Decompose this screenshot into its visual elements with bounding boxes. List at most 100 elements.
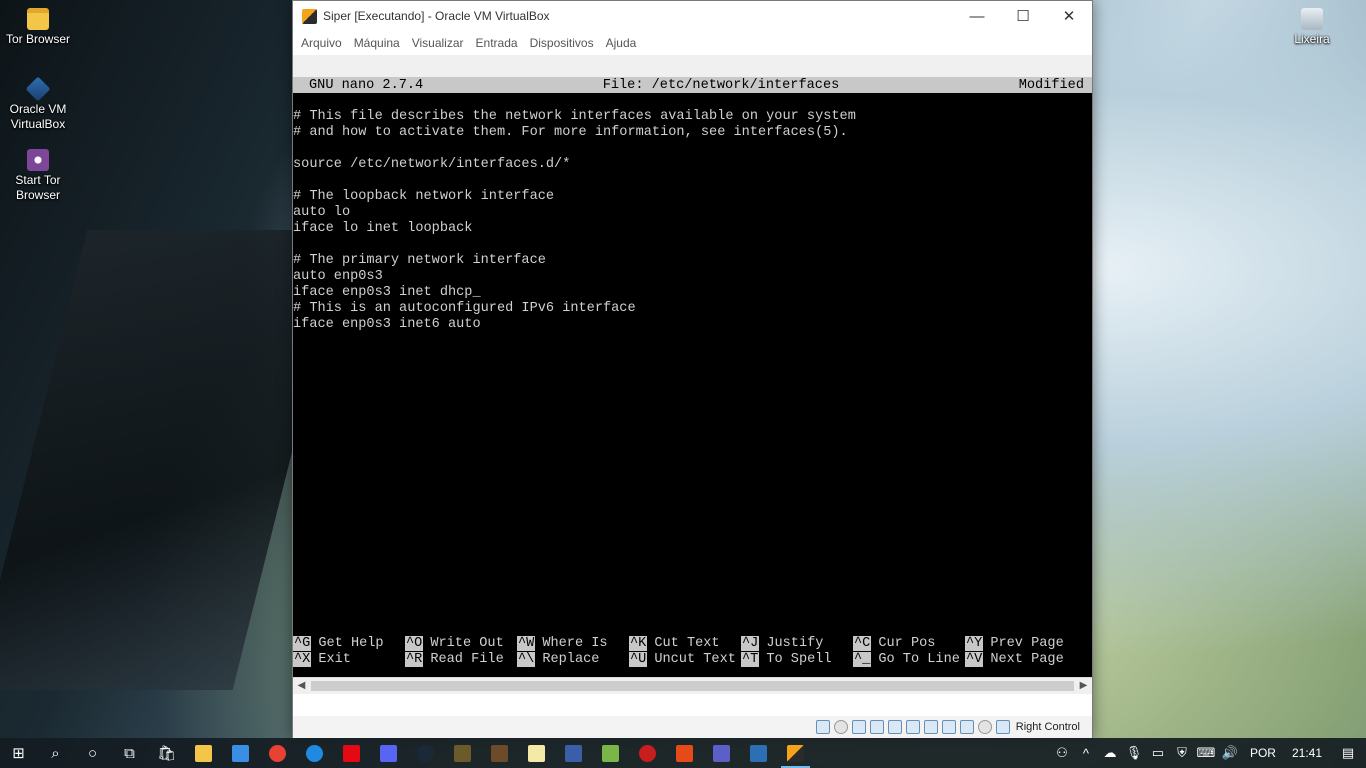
file-line: iface enp0s3 inet6 auto <box>293 317 481 332</box>
taskbar-utility-app[interactable] <box>592 738 629 768</box>
menu-visualizar[interactable]: Visualizar <box>412 36 472 50</box>
microphone-icon[interactable]: 🎙 <box>1122 745 1146 761</box>
discord-icon <box>380 744 397 762</box>
show-hidden-icons-chevron-icon[interactable]: ^ <box>1074 746 1098 761</box>
menu-maquina[interactable]: Máquina <box>354 36 408 50</box>
file-explorer-icon <box>195 744 212 762</box>
taskbar-chrome[interactable] <box>259 738 296 768</box>
search-icon[interactable]: ⌕ <box>37 738 74 768</box>
shortcut-replace: ^\ Replace <box>517 652 600 667</box>
taskbar-netflix[interactable] <box>333 738 370 768</box>
desktop-icon-label: Oracle VM VirtualBox <box>9 102 67 131</box>
desktop-icon-tor-browser-folder[interactable]: Tor Browser <box>1 8 75 47</box>
minimize-button[interactable]: — <box>954 1 1000 31</box>
language-indicator[interactable]: POR <box>1242 746 1284 760</box>
shortcut-go-to-line: ^_ Go To Line <box>853 652 960 667</box>
task-view-icon[interactable]: ⧉ <box>111 738 148 768</box>
audio-icon[interactable] <box>851 720 866 734</box>
shortcut-exit: ^X Exit <box>293 652 351 667</box>
system-tray: ⚇ ^ ☁ 🎙 ▭ ⛨ ⌨ 🔊 POR 21:41 ▤ <box>1050 738 1366 768</box>
netflix-icon <box>343 744 360 762</box>
menu-ajuda[interactable]: Ajuda <box>606 36 645 50</box>
network-icon[interactable] <box>869 720 884 734</box>
taskbar-discord[interactable] <box>370 738 407 768</box>
menu-dispositivos[interactable]: Dispositivos <box>530 36 602 50</box>
taskbar-mail[interactable] <box>222 738 259 768</box>
shortcut-write-out: ^O Write Out <box>405 636 504 651</box>
menu-arquivo[interactable]: Arquivo <box>301 36 350 50</box>
file-line: auto enp0s3 <box>293 269 383 284</box>
horizontal-scrollbar[interactable]: ◀ ▶ <box>293 677 1092 694</box>
clock[interactable]: 21:41 <box>1284 746 1330 760</box>
close-button[interactable]: ✕ <box>1046 1 1092 31</box>
virtualbox-vm-icon <box>787 744 804 762</box>
cpu-icon[interactable] <box>959 720 974 734</box>
vm-screen-terminal[interactable]: GNU nano 2.7.4 File: /etc/network/interf… <box>293 77 1092 677</box>
host-key-label: Right Control <box>1015 721 1080 733</box>
volume-icon[interactable]: 🔊 <box>1218 745 1242 761</box>
office-icon <box>676 744 693 762</box>
file-line: auto lo <box>293 205 351 220</box>
file-line: iface enp0s3 inet dhcp_ <box>293 285 481 300</box>
start-button[interactable]: ⊞ <box>0 738 37 768</box>
people-icon[interactable]: ⚇ <box>1050 745 1074 761</box>
taskbar-game-app[interactable] <box>444 738 481 768</box>
taskbar-calculator-app[interactable] <box>555 738 592 768</box>
scroll-left-icon[interactable]: ◀ <box>293 678 310 694</box>
taskbar-minecraft[interactable] <box>481 738 518 768</box>
security-shield-icon[interactable]: ⛨ <box>1170 745 1194 761</box>
notification-center-icon[interactable]: ▤ <box>1330 745 1366 761</box>
nano-shortcut-bar: ^G Get Help ^X Exit ^O Write Out ^R Read Fil… <box>293 636 1092 670</box>
scroll-right-icon[interactable]: ▶ <box>1075 678 1092 694</box>
virtualbox-vm-icon <box>302 8 317 24</box>
taskbar-steam[interactable] <box>407 738 444 768</box>
calculator-icon <box>565 744 582 762</box>
edge-icon <box>306 744 323 762</box>
desktop-icon-recycle-bin[interactable]: Lixeira <box>1275 8 1349 47</box>
taskbar-edge[interactable] <box>296 738 333 768</box>
nano-filename: File: /etc/network/interfaces <box>602 77 840 93</box>
desktop-icon-start-tor-browser[interactable]: Start Tor Browser <box>1 149 75 203</box>
file-line: source /etc/network/interfaces.d/* <box>293 157 571 172</box>
shortcut-read-file: ^R Read File <box>405 652 504 667</box>
window-title: Siper [Executando] - Oracle VM VirtualBo… <box>323 9 550 23</box>
maximize-button[interactable]: ☐ <box>1000 1 1046 31</box>
mail-icon <box>232 744 249 762</box>
virtualbox-icon <box>25 76 51 102</box>
scrollbar-thumb[interactable] <box>311 681 1074 691</box>
taskbar-office[interactable] <box>666 738 703 768</box>
game-icon <box>454 744 471 762</box>
vm-status-bar: Right Control <box>293 716 1092 738</box>
store-icon[interactable]: 🛍 <box>148 738 185 768</box>
media-icon <box>639 744 656 762</box>
menu-entrada[interactable]: Entrada <box>476 36 526 50</box>
nano-version: GNU nano 2.7.4 <box>309 77 424 93</box>
nano-title-bar: GNU nano 2.7.4 File: /etc/network/interf… <box>293 77 1092 93</box>
utility-icon <box>602 744 619 762</box>
taskbar-virtualbox-vm[interactable] <box>777 738 814 768</box>
taskbar-file-explorer[interactable] <box>185 738 222 768</box>
shortcut-to-spell: ^T To Spell <box>741 652 832 667</box>
nano-modified-status: Modified <box>1018 77 1084 93</box>
window-titlebar[interactable]: Siper [Executando] - Oracle VM VirtualBo… <box>293 1 1092 31</box>
taskbar-notepad[interactable] <box>518 738 555 768</box>
taskbar-teams[interactable] <box>703 738 740 768</box>
hard-disk-icon[interactable] <box>815 720 830 734</box>
notepad-icon <box>528 744 545 762</box>
shortcut-prev-page: ^Y Prev Page <box>965 636 1064 651</box>
onedrive-icon[interactable]: ☁ <box>1098 745 1122 761</box>
keyboard-icon[interactable] <box>995 720 1010 734</box>
display-icon[interactable] <box>923 720 938 734</box>
usb-icon[interactable] <box>887 720 902 734</box>
desktop-icon-label: Lixeira <box>1294 32 1330 46</box>
cortana-icon[interactable]: ○ <box>74 738 111 768</box>
shared-folders-icon[interactable] <box>905 720 920 734</box>
taskbar-media-app[interactable] <box>629 738 666 768</box>
taskbar-virtualbox[interactable] <box>740 738 777 768</box>
battery-icon[interactable]: ▭ <box>1146 745 1170 761</box>
mouse-integration-icon[interactable] <box>977 720 992 734</box>
recording-icon[interactable] <box>941 720 956 734</box>
optical-drive-icon[interactable] <box>833 720 848 734</box>
network-icon[interactable]: ⌨ <box>1194 745 1218 761</box>
desktop-icon-virtualbox[interactable]: Oracle VM VirtualBox <box>1 76 75 132</box>
